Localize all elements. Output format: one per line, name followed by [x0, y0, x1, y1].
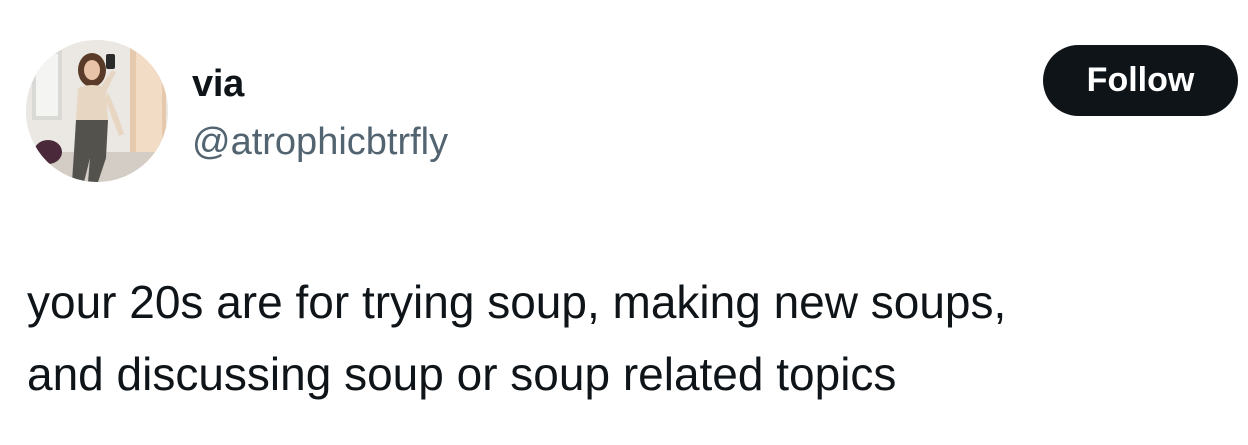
follow-button[interactable]: Follow [1043, 45, 1238, 116]
tweet-text: your 20s are for trying soup, making new… [27, 276, 1007, 400]
tweet-card: via @atrophicbtrfly Follow your 20s are … [0, 0, 1248, 445]
avatar[interactable] [26, 40, 168, 182]
author-handle[interactable]: @atrophicbtrfly [192, 120, 448, 164]
profile-photo-icon [26, 40, 168, 182]
author-display-name[interactable]: via [192, 62, 244, 106]
